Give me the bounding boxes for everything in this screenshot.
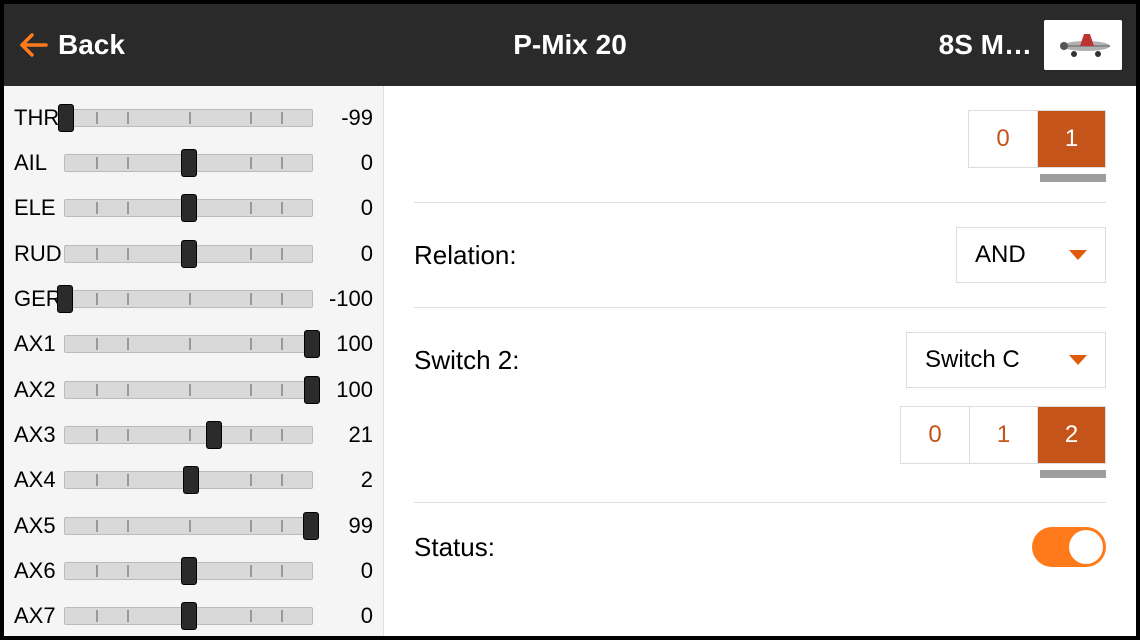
channel-row: AX5 99 [14,506,373,545]
channel-value: 2 [313,467,373,493]
slider-thumb [181,149,197,177]
channel-row: RUD 0 [14,234,373,273]
channel-value: 100 [313,331,373,357]
channel-row: AX1 100 [14,325,373,364]
slider-thumb [303,512,319,540]
back-button[interactable]: Back [18,29,125,61]
slider-thumb [58,104,74,132]
slider-thumb [206,421,222,449]
channel-row: AX3 21 [14,415,373,454]
channel-label: AX5 [14,513,64,539]
switch1-section: 01 [414,86,1106,203]
back-arrow-icon [18,30,48,60]
channel-slider[interactable] [64,290,313,308]
channel-row: AX2 100 [14,370,373,409]
channel-slider[interactable] [64,381,313,399]
segment-option[interactable]: 1 [1037,111,1105,167]
channel-slider[interactable] [64,517,313,535]
model-selector[interactable]: 8S M… [939,20,1122,70]
slider-thumb [181,194,197,222]
segment-option[interactable]: 0 [901,407,969,463]
channel-value: 0 [313,150,373,176]
channel-value: 0 [313,241,373,267]
channel-value: 0 [313,603,373,629]
status-toggle[interactable] [1032,527,1106,567]
channel-row: GER-100 [14,279,373,318]
model-label: 8S M… [939,29,1032,61]
relation-value: AND [975,241,1026,269]
channel-slider[interactable] [64,154,313,172]
back-label: Back [58,29,125,61]
relation-dropdown[interactable]: AND [956,227,1106,283]
channel-value: 0 [313,558,373,584]
channel-label: THR [14,105,64,131]
channel-value: 100 [313,377,373,403]
slider-thumb [181,602,197,630]
channel-label: RUD [14,241,64,267]
toggle-knob [1069,530,1103,564]
channel-value: -99 [313,105,373,131]
channel-row: AX6 0 [14,551,373,590]
channel-label: AIL [14,150,64,176]
switch2-dropdown[interactable]: Switch C [906,332,1106,388]
channel-label: AX3 [14,422,64,448]
channel-value: 0 [313,195,373,221]
channel-slider[interactable] [64,607,313,625]
channel-slider[interactable] [64,245,313,263]
channel-slider[interactable] [64,426,313,444]
slider-thumb [183,466,199,494]
channel-label: ELE [14,195,64,221]
switch2-indicator [1040,470,1106,478]
channel-value: -100 [313,286,373,312]
switch2-section: Switch 2: Switch C 012 [414,308,1106,503]
header: Back P-Mix 20 8S M… [4,4,1136,86]
slider-thumb [304,376,320,404]
slider-thumb [57,285,73,313]
channel-row: AX7 0 [14,597,373,636]
switch2-value: Switch C [925,346,1020,374]
chevron-down-icon [1069,355,1087,365]
slider-thumb [304,330,320,358]
slider-thumb [181,240,197,268]
channel-label: AX1 [14,331,64,357]
channel-slider[interactable] [64,562,313,580]
channel-value: 99 [313,513,373,539]
segment-option[interactable]: 1 [969,407,1037,463]
segment-option[interactable]: 0 [969,111,1037,167]
channel-sidebar: THR -99 AIL 0 ELE 0 RUD 0 GER-100 AX1 100 AX2 100 AX3… [4,86,384,636]
relation-section: Relation: AND [414,203,1106,308]
channel-row: THR -99 [14,98,373,137]
main-panel: 01 Relation: AND Switch 2: Switch C [384,86,1136,636]
switch1-segmented[interactable]: 01 [968,110,1106,168]
status-section: Status: [414,503,1106,577]
channel-label: AX4 [14,467,64,493]
channel-row: ELE 0 [14,189,373,228]
switch1-indicator [1040,174,1106,182]
channel-label: AX2 [14,377,64,403]
channel-row: AIL 0 [14,143,373,182]
channel-slider[interactable] [64,199,313,217]
channel-slider[interactable] [64,109,313,127]
channel-row: AX4 2 [14,461,373,500]
segment-option[interactable]: 2 [1037,407,1105,463]
switch2-label: Switch 2: [414,345,520,376]
channel-label: AX7 [14,603,64,629]
model-thumbnail [1044,20,1122,70]
relation-label: Relation: [414,240,517,271]
channel-slider[interactable] [64,335,313,353]
chevron-down-icon [1069,250,1087,260]
status-label: Status: [414,532,495,563]
channel-value: 21 [313,422,373,448]
channel-label: AX6 [14,558,64,584]
channel-slider[interactable] [64,471,313,489]
switch2-segmented[interactable]: 012 [900,406,1106,464]
slider-thumb [181,557,197,585]
